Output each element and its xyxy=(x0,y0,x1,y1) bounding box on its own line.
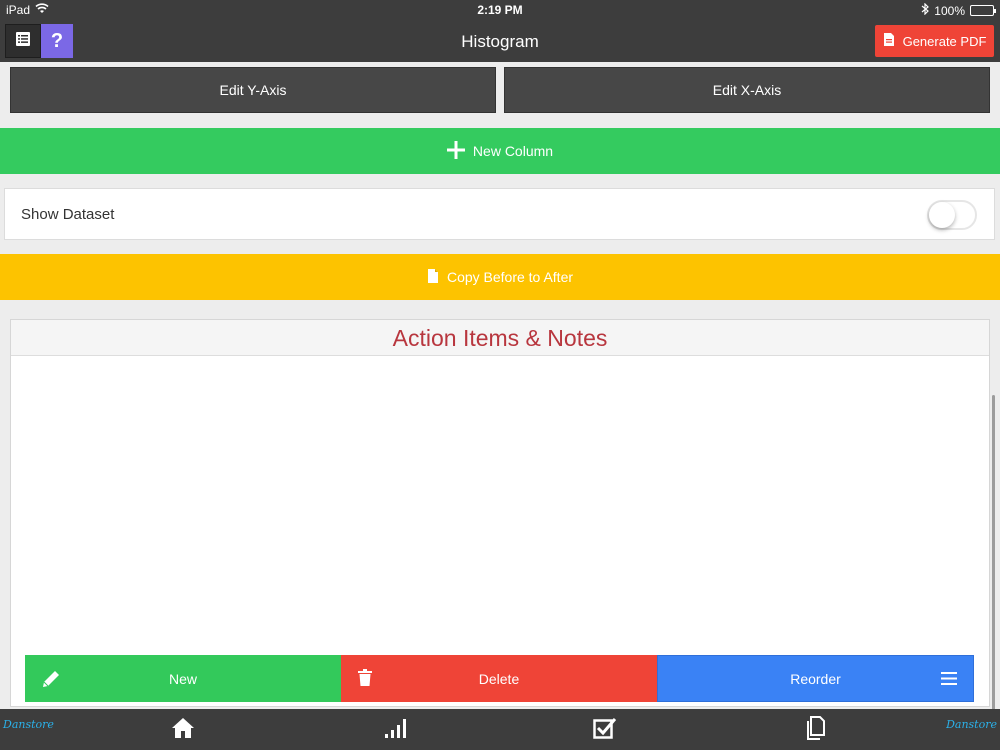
delete-label: Delete xyxy=(478,670,520,687)
checkbox-icon xyxy=(593,717,617,744)
show-dataset-label: Show Dataset xyxy=(21,206,115,223)
notes-panel: Action Items & Notes xyxy=(10,319,995,710)
plus-icon xyxy=(446,140,465,162)
scrollbar[interactable] xyxy=(992,395,995,710)
document-icon xyxy=(883,32,895,50)
brand-logo-left: Danstore xyxy=(3,718,54,731)
notes-list[interactable] xyxy=(11,356,989,646)
show-dataset-toggle[interactable] xyxy=(927,200,977,230)
trash-icon xyxy=(357,669,373,690)
generate-pdf-button[interactable]: Generate PDF xyxy=(875,25,994,57)
tab-charts[interactable] xyxy=(382,717,408,743)
action-row: New Delete Reorder xyxy=(25,655,974,702)
tab-home[interactable] xyxy=(170,717,196,743)
hamburger-icon xyxy=(941,672,957,688)
reorder-notes-button[interactable]: Reorder xyxy=(657,655,974,702)
reorder-label: Reorder xyxy=(790,670,841,687)
battery-percent: 100% xyxy=(934,3,965,18)
notes-title: Action Items & Notes xyxy=(11,320,989,356)
new-column-label: New Column xyxy=(472,143,554,159)
copy-label: Copy Before to After xyxy=(446,269,574,285)
pencil-icon xyxy=(41,669,61,692)
nav-bar: ? Histogram Generate PDF xyxy=(0,20,1000,62)
tab-documents[interactable] xyxy=(803,715,829,745)
toggle-knob xyxy=(929,202,955,228)
status-time: 2:19 PM xyxy=(477,3,523,17)
copy-document-icon xyxy=(427,268,439,287)
status-bar: iPad 2:19 PM 100% xyxy=(0,0,1000,20)
home-icon xyxy=(171,717,195,744)
status-right: 100% xyxy=(921,2,996,18)
tab-checklist[interactable] xyxy=(592,717,618,743)
delete-note-button[interactable]: Delete xyxy=(341,655,657,702)
show-dataset-row: Show Dataset xyxy=(4,188,995,240)
new-note-button[interactable]: New xyxy=(25,655,341,702)
generate-pdf-label: Generate PDF xyxy=(902,33,987,49)
documents-icon xyxy=(806,715,826,745)
new-column-button[interactable]: New Column xyxy=(0,128,1000,174)
copy-before-to-after-button[interactable]: Copy Before to After xyxy=(0,254,1000,300)
chart-bars-icon xyxy=(384,718,406,743)
edit-y-axis-button[interactable]: Edit Y-Axis xyxy=(10,67,496,113)
edit-x-axis-button[interactable]: Edit X-Axis xyxy=(504,67,990,113)
brand-logo-right: Danstore xyxy=(946,718,997,731)
new-label: New xyxy=(168,670,197,687)
tab-bar: Danstore Danstore xyxy=(0,709,1000,750)
bluetooth-icon xyxy=(921,2,930,18)
page-title: Histogram xyxy=(461,32,539,51)
battery-icon xyxy=(970,5,996,16)
